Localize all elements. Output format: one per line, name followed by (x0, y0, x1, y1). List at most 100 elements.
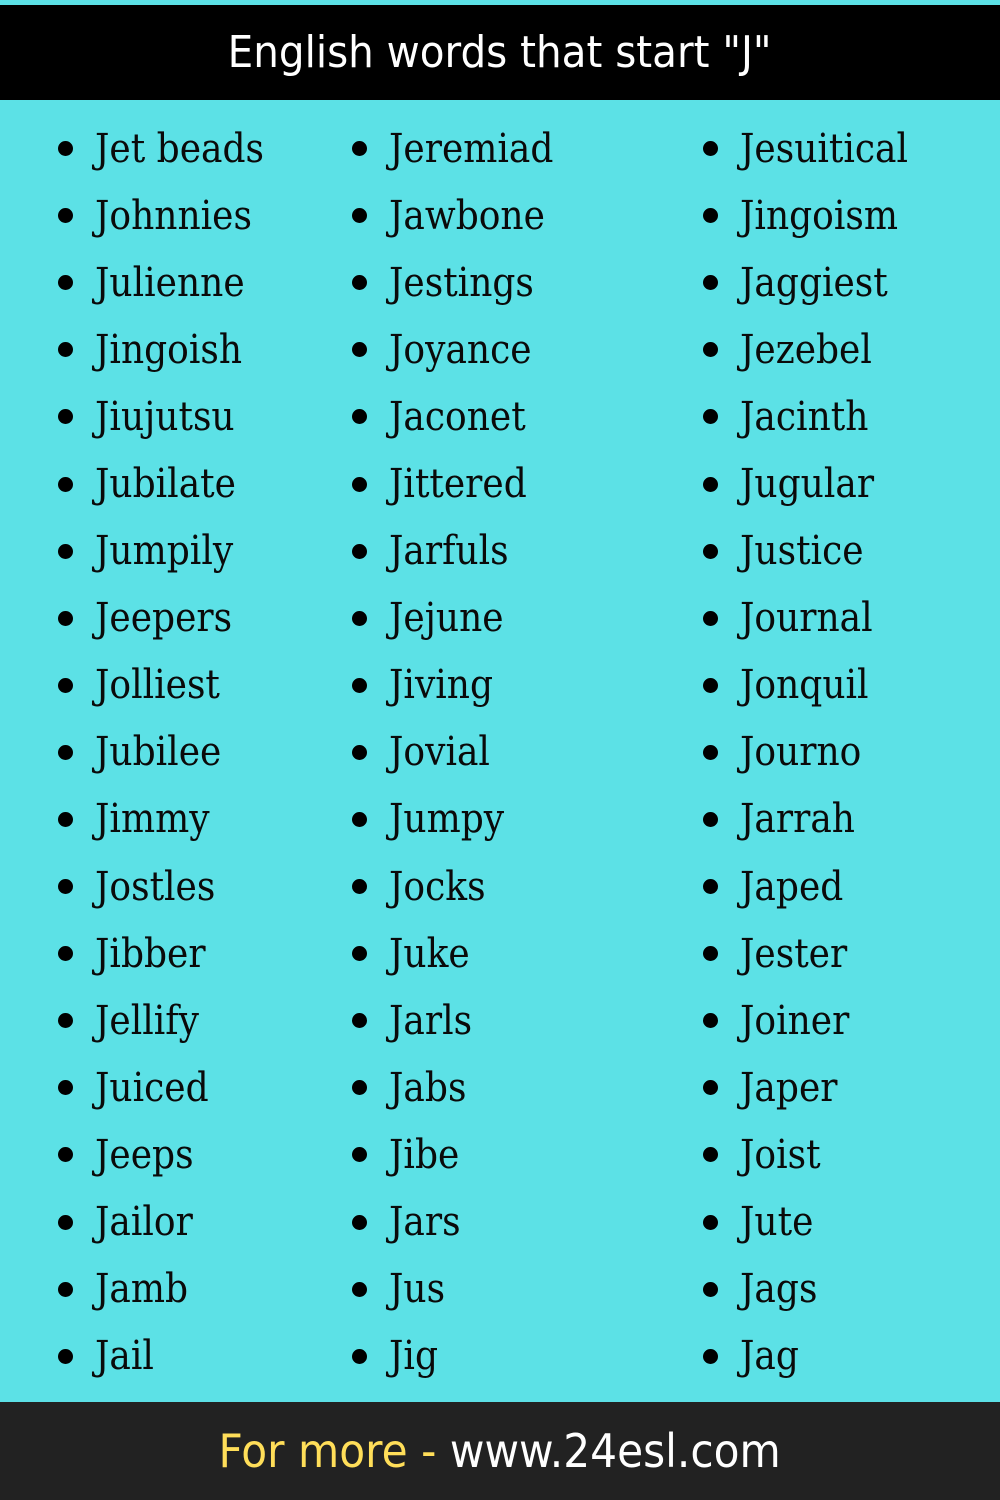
word-text: Jamb (95, 1266, 189, 1313)
word-list-item: Jailor (58, 1189, 283, 1256)
word-list-item: Journal (703, 585, 927, 652)
bullet-icon (352, 476, 367, 492)
word-text: Journal (740, 595, 873, 642)
bullet-icon (352, 1013, 367, 1029)
footer-prefix: For more - (218, 1424, 451, 1478)
word-text: Jumpily (95, 528, 234, 575)
bullet-icon (58, 342, 73, 358)
website-link[interactable]: www.24esl.com (450, 1424, 781, 1478)
word-text: Jugular (740, 461, 875, 508)
word-text: Jail (95, 1333, 154, 1380)
word-list-item: Jubilee (58, 719, 283, 786)
word-text: Justice (740, 528, 864, 575)
bullet-icon (58, 275, 73, 291)
bullet-icon (58, 1080, 73, 1096)
bullet-icon (58, 208, 73, 224)
bullet-icon (58, 1214, 73, 1230)
word-text: Japer (740, 1064, 838, 1111)
bullet-icon (58, 744, 73, 760)
word-text: Jesuitical (740, 125, 909, 172)
word-text: Jejune (389, 595, 504, 642)
word-list-item: Jolliest (58, 652, 283, 719)
word-list-item: Jute (703, 1189, 927, 1256)
bullet-icon (703, 141, 718, 157)
word-text: Jarfuls (389, 528, 509, 575)
word-list-item: Juiced (58, 1054, 283, 1121)
word-list-item: Jugular (703, 450, 927, 517)
word-text: Jingoish (95, 326, 243, 373)
bullet-icon (352, 811, 367, 827)
word-text: Jiving (389, 662, 494, 709)
word-list-item: Jingoish (58, 316, 283, 383)
word-column-1: Jet beads Johnnies Julienne Jingoish Jiujuts… (58, 115, 283, 1390)
bullet-icon (58, 476, 73, 492)
word-text: Jiujutsu (95, 393, 235, 440)
word-text: Jibe (389, 1131, 460, 1178)
word-list-item: Japer (703, 1054, 927, 1121)
word-text: Juiced (95, 1064, 209, 1111)
bullet-icon (703, 208, 718, 224)
word-text: Jingoism (740, 192, 898, 239)
word-text: Jumpy (389, 796, 505, 843)
word-list-item: Jubilate (58, 450, 283, 517)
word-list-item: Jeeps (58, 1121, 283, 1188)
word-list-item: Jovial (352, 719, 572, 786)
word-text: Jute (740, 1199, 814, 1246)
word-list-item: Jezebel (703, 316, 927, 383)
bullet-icon (352, 1214, 367, 1230)
word-list-item: Jibber (58, 920, 283, 987)
word-text: Jubilate (95, 461, 236, 508)
bullet-icon (58, 1281, 73, 1297)
bullet-icon (703, 409, 718, 425)
word-list-item: Jaggiest (703, 249, 927, 316)
word-text: Joiner (740, 997, 850, 1044)
word-list-item: Jarfuls (352, 518, 572, 585)
word-list-item: Jittered (352, 450, 572, 517)
bullet-icon (352, 879, 367, 895)
word-list-item: Jellify (58, 987, 283, 1054)
word-list-item: Jus (352, 1256, 572, 1323)
word-column-3: Jesuitical Jingoism Jaggiest Jezebel Jacinth… (703, 115, 927, 1390)
word-list-item: Jester (703, 920, 927, 987)
bullet-icon (352, 275, 367, 291)
bullet-icon (703, 1147, 718, 1163)
word-list-item: Jarls (352, 987, 572, 1054)
bullet-icon (703, 1080, 718, 1096)
word-list-item: Joyance (352, 316, 572, 383)
word-text: Jibber (95, 930, 206, 977)
bullet-icon (703, 1281, 718, 1297)
footer-banner: For more - www.24esl.com (0, 1402, 1000, 1500)
word-text: Jellify (95, 997, 199, 1044)
word-list-item: Jimmy (58, 786, 283, 853)
bullet-icon (58, 543, 73, 559)
word-text: Jovial (389, 729, 490, 776)
word-text: Journo (740, 729, 862, 776)
word-list-item: Jiujutsu (58, 383, 283, 450)
word-list-item: Jejune (352, 585, 572, 652)
word-list-item: Jesuitical (703, 115, 927, 182)
word-list-item: Jag (703, 1323, 927, 1390)
word-text: Jags (740, 1266, 818, 1313)
word-text: Jag (740, 1333, 799, 1380)
bullet-icon (703, 811, 718, 827)
word-text: Jezebel (740, 326, 872, 373)
bullet-icon (352, 1281, 367, 1297)
bullet-icon (352, 208, 367, 224)
bullet-icon (58, 879, 73, 895)
word-text: Jeeps (95, 1131, 194, 1178)
word-text: Jaggiest (740, 259, 888, 306)
word-list-item: Joiner (703, 987, 927, 1054)
bullet-icon (703, 677, 718, 693)
word-list-item: Jawbone (352, 182, 572, 249)
word-list-item: Jabs (352, 1054, 572, 1121)
word-list-item: Jig (352, 1323, 572, 1390)
bullet-icon (352, 543, 367, 559)
header-banner: English words that start "J" (0, 5, 1000, 100)
word-text: Jonquil (740, 662, 869, 709)
word-list-item: Jamb (58, 1256, 283, 1323)
word-list-item: Jonquil (703, 652, 927, 719)
bullet-icon (703, 476, 718, 492)
bullet-icon (703, 1214, 718, 1230)
word-text: Jawbone (389, 192, 545, 239)
word-text: Jestings (389, 259, 534, 306)
